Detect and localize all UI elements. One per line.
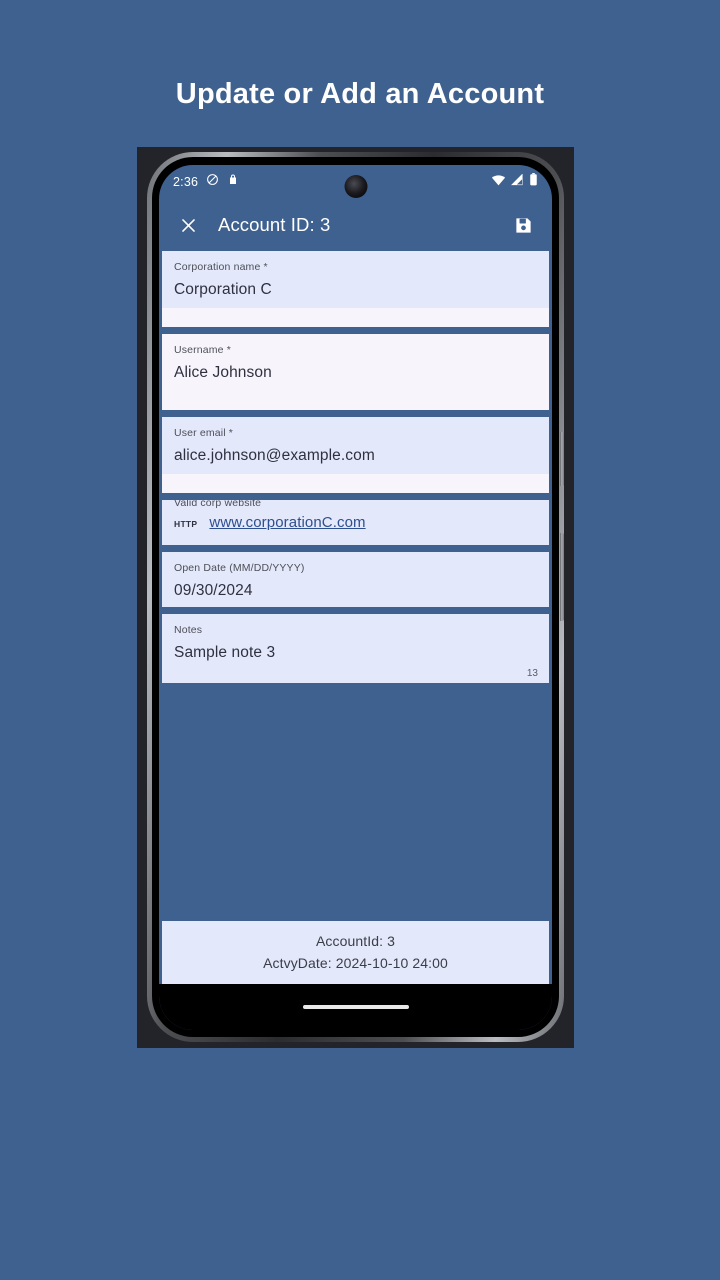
volume-button[interactable] [560, 533, 564, 621]
field-corporation-name-label: Corporation name * [174, 261, 268, 273]
phone-screen: 2:36 Account ID: 3 Corporation name * Co… [159, 165, 552, 1030]
do-not-disturb-icon [206, 173, 219, 191]
account-form: Corporation name * Corporation C Usernam… [159, 251, 552, 683]
record-activity-date: ActvyDate: 2024-10-10 24:00 [263, 955, 448, 971]
status-bar-clock: 2:36 [173, 175, 199, 189]
field-open-date[interactable]: Open Date (MM/DD/YYYY) 09/30/2024 [162, 552, 549, 607]
field-corporation-name-inner: Corporation name * Corporation C [162, 251, 549, 301]
field-corporation-name-value[interactable]: Corporation C [174, 274, 537, 301]
field-notes[interactable]: Notes Sample note 3 13 [162, 614, 549, 683]
field-bottom-strip [162, 308, 549, 327]
gesture-nav-pill[interactable] [302, 1005, 409, 1009]
field-username[interactable]: Username * Alice Johnson [162, 334, 549, 410]
status-bar: 2:36 [159, 165, 552, 199]
field-corp-website-label: Valid corp website [174, 500, 262, 509]
field-username-label: Username * [174, 344, 231, 356]
gesture-nav-bar [159, 984, 552, 1030]
status-bar-left: 2:36 [173, 173, 239, 191]
field-user-email-value[interactable]: alice.johnson@example.com [174, 440, 537, 467]
app-bar-title: Account ID: 3 [218, 214, 331, 235]
field-username-inner: Username * Alice Johnson [162, 334, 549, 384]
field-username-value[interactable]: Alice Johnson [174, 357, 537, 384]
save-floppy-icon[interactable] [508, 210, 538, 240]
field-notes-value[interactable]: Sample note 3 [174, 637, 537, 664]
page-title: Update or Add an Account [175, 78, 545, 110]
app-bar: Account ID: 3 [159, 199, 552, 251]
field-corporation-name[interactable]: Corporation name * Corporation C [162, 251, 549, 327]
field-corp-website-inner: Valid corp website HTTP www.corporationC… [162, 500, 549, 531]
corp-website-link[interactable]: www.corporationC.com [209, 514, 365, 531]
field-open-date-inner: Open Date (MM/DD/YYYY) 09/30/2024 [162, 552, 549, 602]
notes-character-counter: 13 [526, 668, 538, 679]
bag-icon [227, 173, 239, 191]
wifi-icon [491, 173, 506, 191]
field-user-email-label: User email * [174, 427, 233, 439]
field-open-date-value[interactable]: 09/30/2024 [174, 575, 537, 602]
field-user-email-inner: User email * alice.johnson@example.com [162, 417, 549, 467]
power-button[interactable] [560, 432, 564, 486]
http-prefix-badge: HTTP [174, 519, 198, 529]
camera-punch-hole [344, 175, 367, 198]
field-corp-website[interactable]: Valid corp website HTTP www.corporationC… [162, 500, 549, 545]
record-info-panel: AccountId: 3 ActvyDate: 2024-10-10 24:00 [162, 921, 549, 984]
field-user-email[interactable]: User email * alice.johnson@example.com [162, 417, 549, 493]
field-bottom-strip [162, 474, 549, 493]
field-notes-label: Notes [174, 624, 203, 636]
field-open-date-label: Open Date (MM/DD/YYYY) [174, 562, 305, 574]
close-icon[interactable] [173, 210, 203, 240]
cellular-signal-icon [511, 173, 524, 191]
field-notes-inner: Notes Sample note 3 [162, 614, 549, 664]
battery-icon [529, 173, 538, 191]
record-account-id: AccountId: 3 [315, 933, 396, 949]
status-bar-right [491, 165, 538, 199]
